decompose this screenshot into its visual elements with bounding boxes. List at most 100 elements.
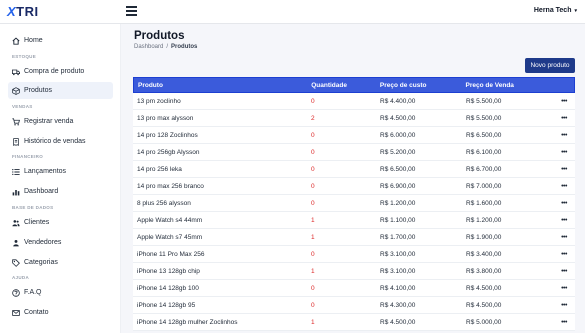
section-label: AJUDA — [12, 275, 30, 280]
table-row[interactable]: iPhone 14 128gb 95 0 R$ 4.300,00 R$ 4.500,0… — [133, 297, 575, 314]
row-actions-icon[interactable]: ••• — [553, 200, 575, 207]
new-product-button[interactable]: Novo produto — [525, 58, 575, 73]
product-name-cell: iPhone 11 Pro Max 256 — [137, 250, 205, 258]
table-row[interactable]: 13 pro max alysson 2 R$ 4.500,00 R$ 5.500,0… — [133, 110, 575, 127]
product-name-cell: Apple Watch s7 45mm — [137, 233, 203, 241]
sale-price-cell: R$ 4.500,00 — [466, 284, 502, 292]
sidebar-item-label: Compra de produto — [24, 68, 85, 75]
row-actions-icon[interactable]: ••• — [553, 166, 575, 173]
sale-price-cell: R$ 5.000,00 — [466, 318, 502, 326]
quantity-cell: 0 — [311, 284, 315, 292]
section-label: FINANCEIRO — [12, 154, 43, 159]
table-row[interactable]: Apple Watch s7 45mm 1 R$ 1.700,00 R$ 1.900,… — [133, 229, 575, 246]
table-row[interactable]: 14 pro 128 Zoclinhos 0 R$ 6.000,00 R$ 6.500… — [133, 127, 575, 144]
sale-price-cell: R$ 7.000,00 — [466, 182, 502, 190]
quantity-cell: 2 — [311, 114, 315, 122]
row-actions-icon[interactable]: ••• — [553, 98, 575, 105]
logo-mark: X — [7, 4, 17, 19]
sidebar-item-home[interactable]: Home — [8, 32, 113, 49]
table-row[interactable]: 14 pro 256 leka 0 R$ 6.500,00 R$ 6.700,00 ••… — [133, 161, 575, 178]
sidebar-item-dashboard[interactable]: Dashboard — [8, 183, 113, 200]
column-header-quantidade[interactable]: Quantidade — [308, 82, 377, 89]
table-row[interactable]: 13 pm zoclinho 0 R$ 4.400,00 R$ 5.500,00 ••• — [133, 93, 575, 110]
row-actions-icon[interactable]: ••• — [553, 132, 575, 139]
table-row[interactable]: iPhone 14 128gb mulher Zoclinhos 1 R$ 4.50… — [133, 314, 575, 331]
column-header-preco-de-venda[interactable]: Preço de Venda — [463, 82, 553, 89]
list-icon — [11, 167, 20, 176]
row-actions-icon[interactable]: ••• — [553, 183, 575, 190]
row-actions-icon[interactable]: ••• — [553, 285, 575, 292]
sidebar-item-lancamentos[interactable]: Lançamentos — [8, 163, 113, 180]
cost-price-cell: R$ 3.100,00 — [380, 250, 416, 258]
sidebar-item-compra-de-produto[interactable]: Compra de produto — [8, 63, 113, 80]
product-name-cell: 14 pro 256 leka — [137, 165, 182, 173]
cost-price-cell: R$ 4.100,00 — [380, 284, 416, 292]
sidebar-item-historico-de-vendas[interactable]: Histórico de vendas — [8, 133, 113, 150]
cost-price-cell: R$ 6.900,00 — [380, 182, 416, 190]
row-actions-icon[interactable]: ••• — [553, 251, 575, 258]
sidebar-item-label: Clientes — [24, 219, 50, 226]
row-actions-icon[interactable]: ••• — [553, 302, 575, 309]
quantity-cell: 1 — [311, 216, 315, 224]
section-label: VENDAS — [12, 104, 33, 109]
table-header: Produto Quantidade Preço de custo Preço … — [133, 77, 575, 93]
row-actions-icon[interactable]: ••• — [553, 319, 575, 326]
cost-price-cell: R$ 4.300,00 — [380, 301, 416, 309]
sale-price-cell: R$ 6.700,00 — [466, 165, 502, 173]
sale-price-cell: R$ 4.500,00 — [466, 301, 502, 309]
chart-icon — [11, 187, 20, 196]
sidebar-item-faq[interactable]: F.A.Q — [8, 284, 113, 301]
table-row[interactable]: iPhone 13 128gb chip 1 R$ 3.100,00 R$ 3.800… — [133, 263, 575, 280]
cost-price-cell: R$ 6.500,00 — [380, 165, 416, 173]
quantity-cell: 0 — [311, 97, 315, 105]
quantity-cell: 0 — [311, 165, 315, 173]
quantity-cell: 0 — [311, 199, 315, 207]
sale-price-cell: R$ 5.500,00 — [466, 97, 502, 105]
sale-price-cell: R$ 5.500,00 — [466, 114, 502, 122]
users-icon — [11, 218, 20, 227]
cost-price-cell: R$ 1.700,00 — [380, 233, 416, 241]
row-actions-icon[interactable]: ••• — [553, 234, 575, 241]
table-row[interactable]: iPhone 11 Pro Max 256 0 R$ 3.100,00 R$ 3.40… — [133, 246, 575, 263]
user-group-icon — [11, 238, 20, 247]
breadcrumb-separator: / — [166, 44, 169, 50]
menu-toggle-icon[interactable] — [126, 6, 137, 16]
breadcrumb-current: Produtos — [171, 44, 198, 50]
column-header-preco-de-custo[interactable]: Preço de custo — [377, 82, 463, 89]
sidebar-item-produtos[interactable]: Produtos — [8, 82, 113, 99]
sidebar-item-registrar-venda[interactable]: Registrar venda — [8, 113, 113, 130]
product-name-cell: iPhone 14 128gb mulher Zoclinhos — [137, 318, 238, 326]
sidebar-item-clientes[interactable]: Clientes — [8, 214, 113, 231]
sidebar-item-categorias[interactable]: Categorias — [8, 254, 113, 271]
product-name-cell: 14 pro 256gb Alysson — [137, 148, 200, 156]
sale-price-cell: R$ 6.100,00 — [466, 148, 502, 156]
sale-price-cell: R$ 3.400,00 — [466, 250, 502, 258]
sidebar-item-vendedores[interactable]: Vendedores — [8, 234, 113, 251]
sidebar-item-contato[interactable]: Contato — [8, 304, 113, 321]
sidebar-item-label: Vendedores — [24, 239, 62, 246]
row-actions-icon[interactable]: ••• — [553, 217, 575, 224]
table-row[interactable]: 8 plus 256 alysson 0 R$ 1.200,00 R$ 1.600,0… — [133, 195, 575, 212]
row-actions-icon[interactable]: ••• — [553, 115, 575, 122]
box-icon — [11, 86, 20, 95]
app-logo[interactable]: XTRI — [7, 4, 39, 19]
sale-price-cell: R$ 1.200,00 — [466, 216, 502, 224]
user-menu[interactable]: Herna Tech ▾ — [534, 7, 577, 14]
product-name-cell: 14 pro max 256 branco — [137, 182, 204, 190]
row-actions-icon[interactable]: ••• — [553, 268, 575, 275]
table-row[interactable]: Apple Watch s4 44mm 1 R$ 1.100,00 R$ 1.200,… — [133, 212, 575, 229]
row-actions-icon[interactable]: ••• — [553, 149, 575, 156]
column-header-produto[interactable]: Produto — [134, 82, 308, 89]
cost-price-cell: R$ 5.200,00 — [380, 148, 416, 156]
table-row[interactable]: iPhone 14 128gb 100 0 R$ 4.100,00 R$ 4.500,… — [133, 280, 575, 297]
table-row[interactable]: 14 pro max 256 branco 0 R$ 6.900,00 R$ 7.00… — [133, 178, 575, 195]
cost-price-cell: R$ 4.500,00 — [380, 114, 416, 122]
table-row[interactable]: 14 pro 256gb Alysson 0 R$ 5.200,00 R$ 6.100… — [133, 144, 575, 161]
sale-price-cell: R$ 1.900,00 — [466, 233, 502, 241]
quantity-cell: 0 — [311, 301, 315, 309]
breadcrumb-link-dashboard[interactable]: Dashboard — [134, 44, 163, 50]
product-name-cell: 14 pro 128 Zoclinhos — [137, 131, 198, 139]
top-bar: XTRI Herna Tech ▾ — [0, 0, 585, 24]
sidebar-item-label: Home — [24, 37, 43, 44]
sidebar-item-label: Dashboard — [24, 188, 59, 195]
